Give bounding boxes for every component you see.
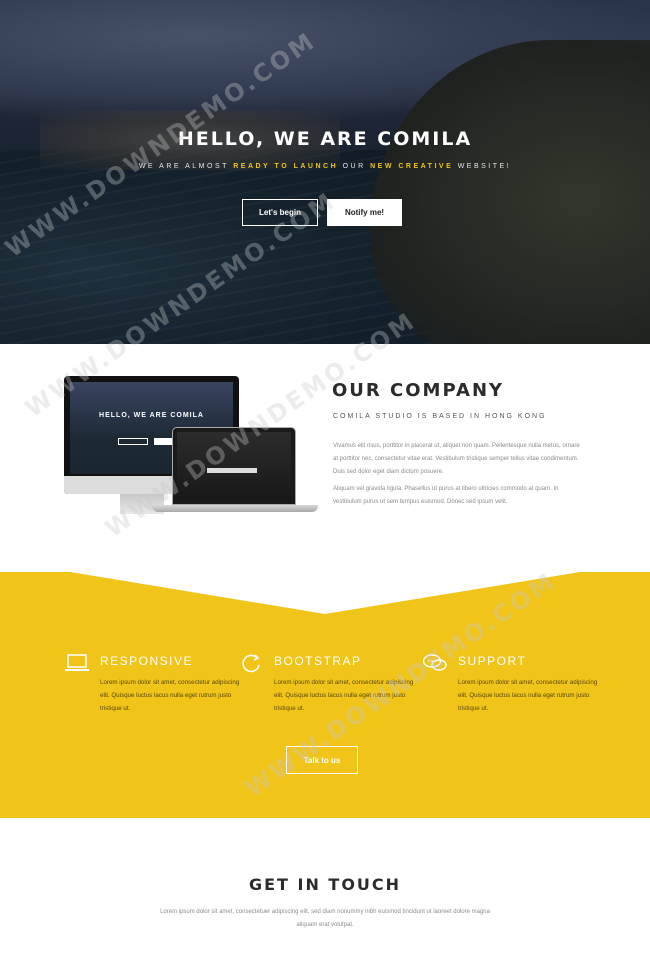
feature-text: Lorem ipsum dolor sit amet, consectetur …	[458, 679, 598, 712]
hero-subtitle-highlight: NEW CREATIVE	[370, 163, 454, 170]
lets-begin-button[interactable]: Let's begin	[242, 199, 318, 226]
hero-subtitle: WE ARE ALMOST READY TO LAUNCH OUR NEW CR…	[0, 163, 650, 170]
mockup-button	[118, 438, 148, 445]
feature-title: BOOTSTRAP	[274, 654, 362, 668]
laptop-mockup	[172, 427, 296, 505]
contact-text: Lorem ipsum dolor sit amet, consectetuer…	[160, 909, 490, 928]
laptop-mockup-screen	[177, 432, 291, 500]
contact-title: GET IN TOUCH	[248, 875, 402, 894]
company-title: OUR COMPANY	[332, 380, 505, 401]
feature-text: Lorem ipsum dolor sit amet, consectetur …	[100, 679, 240, 712]
hero-content: HELLO, WE ARE COMILA WE ARE ALMOST READY…	[0, 0, 650, 344]
company-paragraph-1: Vivamus elit risus, porttitor in placera…	[333, 443, 580, 475]
notify-me-button[interactable]: Notify me!	[327, 199, 402, 226]
section-notch	[0, 572, 650, 614]
talk-to-us-button[interactable]: Talk to us	[286, 746, 358, 774]
hero-subtitle-highlight: READY TO LAUNCH	[233, 163, 339, 170]
hero-title: HELLO, WE ARE COMILA	[177, 128, 473, 150]
company-section: HELLO, WE ARE COMILA OUR COMPANY COMILA …	[0, 344, 650, 572]
laptop-mockup-base	[152, 505, 318, 512]
mockup-title: HELLO, WE ARE COMILA	[99, 412, 204, 419]
hero-subtitle-part: OUR	[338, 163, 371, 170]
hero-subtitle-part: WEBSITE!	[453, 163, 512, 170]
contact-section: GET IN TOUCH Lorem ipsum dolor sit amet,…	[0, 818, 650, 957]
hero-subtitle-part: WE ARE ALMOST	[138, 163, 234, 170]
company-paragraph-2: Aliquam vel gravida ligula. Phasellus ut…	[333, 486, 559, 505]
hero-section: HELLO, WE ARE COMILA WE ARE ALMOST READY…	[0, 0, 650, 344]
feature-title: SUPPORT	[458, 654, 527, 668]
laptop-icon	[65, 654, 89, 671]
feature-title: RESPONSIVE	[100, 654, 194, 668]
refresh-icon	[242, 654, 260, 673]
feature-text: Lorem ipsum dolor sit amet, consectetur …	[274, 679, 414, 712]
features-section: RESPONSIVE Lorem ipsum dolor sit amet, c…	[0, 572, 650, 818]
chat-icon	[422, 654, 447, 671]
company-subtitle: COMILA STUDIO IS BASED IN HONG KONG	[333, 413, 547, 420]
laptop-mockup-bar	[207, 468, 257, 473]
